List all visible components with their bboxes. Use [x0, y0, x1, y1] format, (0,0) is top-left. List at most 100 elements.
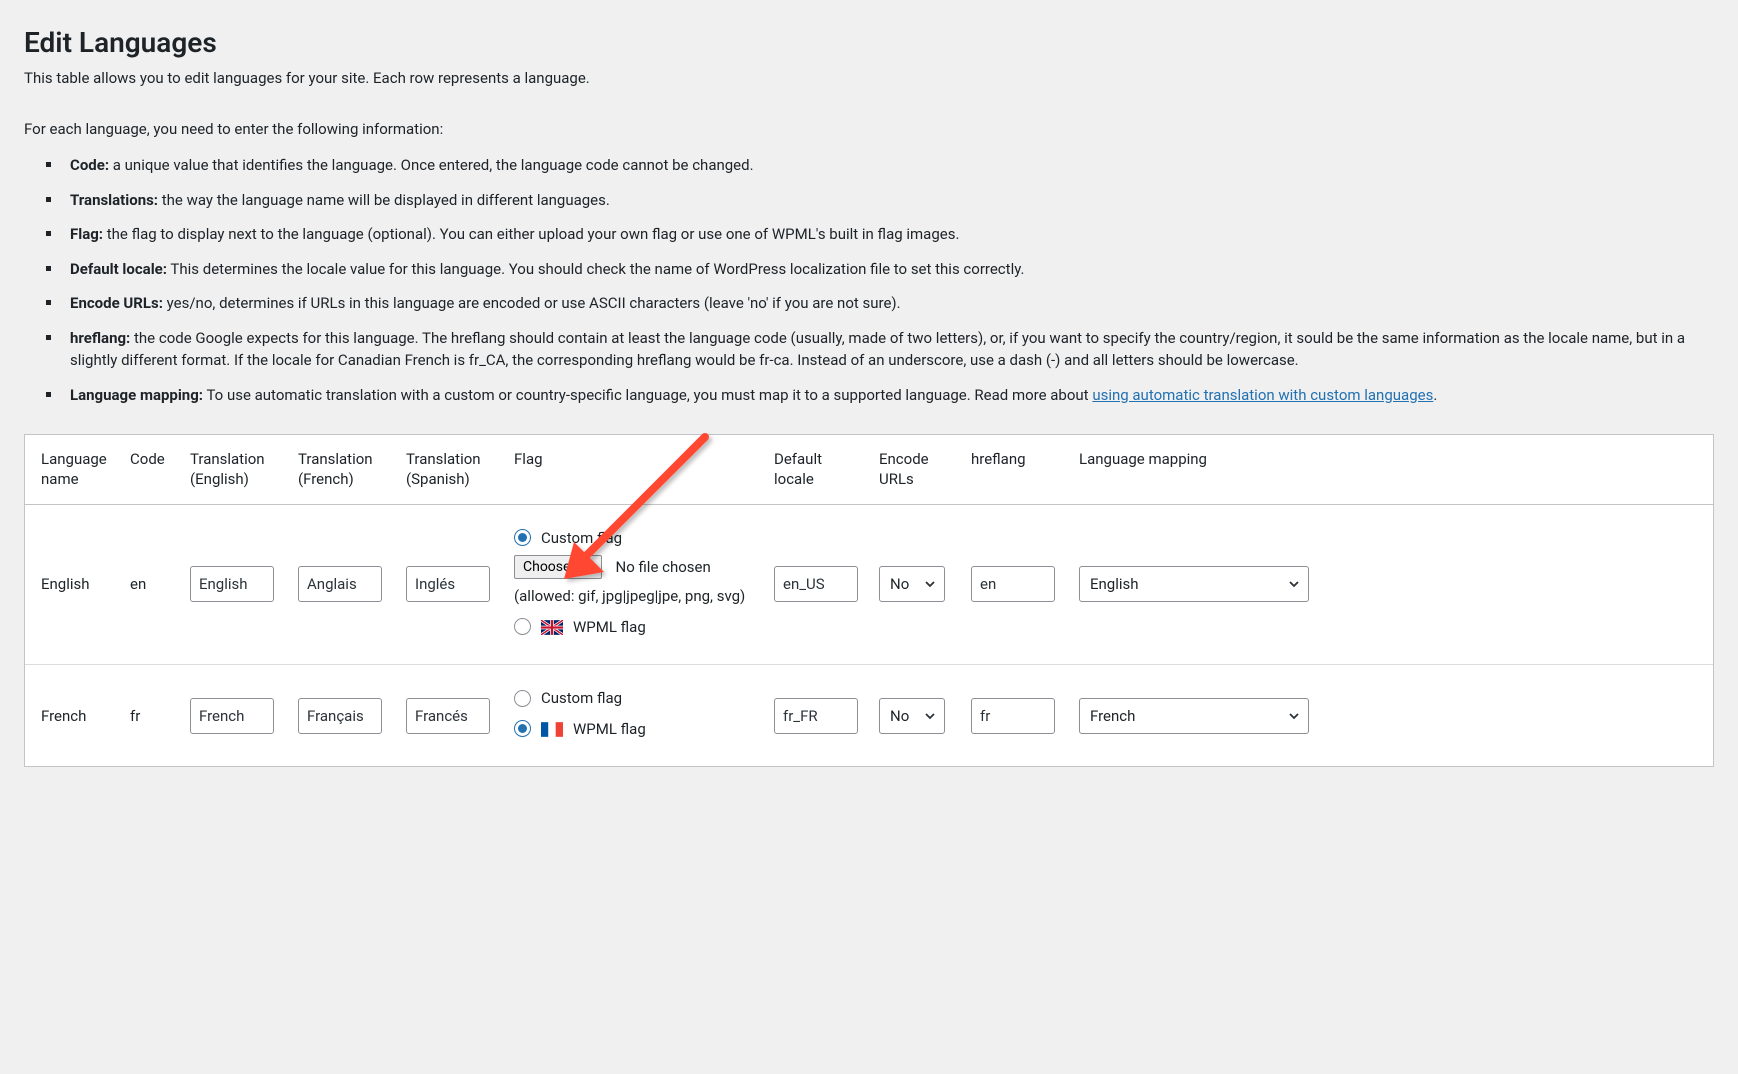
info-label: Translations:	[70, 191, 158, 209]
chevron-down-icon	[1288, 710, 1300, 722]
cell-code: en	[120, 504, 180, 665]
translation-fr-input[interactable]	[298, 698, 382, 734]
locale-input[interactable]	[774, 566, 858, 602]
col-tr-fr: Translation (French)	[288, 435, 396, 504]
chevron-down-icon	[924, 710, 936, 722]
cell-flag: Custom flag Choose file No file chosen (…	[504, 665, 764, 767]
col-locale: Default locale	[764, 435, 869, 504]
page-title: Edit Languages	[24, 26, 1714, 59]
custom-flag-radio[interactable]	[514, 690, 531, 707]
page-subtitle: This table allows you to edit languages …	[24, 67, 1714, 90]
cell-mapping: English	[1069, 504, 1713, 665]
info-text: a unique value that identifies the langu…	[109, 156, 754, 174]
info-item: Encode URLs: yes/no, determines if URLs …	[58, 292, 1714, 315]
info-text: the code Google expects for this languag…	[70, 329, 1685, 370]
cell-flag: Custom flag Choose file No file chosen (…	[504, 504, 764, 665]
chevron-down-icon	[924, 578, 936, 590]
choose-file-button[interactable]: Choose file	[514, 555, 602, 579]
cell-lang-name: English	[25, 504, 120, 665]
encode-value: No	[890, 707, 909, 725]
col-code: Code	[120, 435, 180, 504]
col-flag: Flag	[504, 435, 764, 504]
translation-en-input[interactable]	[190, 566, 274, 602]
mapping-value: English	[1090, 575, 1139, 593]
languages-table-wrap: Language name Code Translation (English)…	[24, 434, 1714, 767]
page-lead: For each language, you need to enter the…	[24, 118, 1714, 141]
code-text: fr	[130, 707, 140, 725]
table-row: French fr Custom flag Choose file No fil…	[25, 665, 1713, 767]
info-tail: .	[1433, 386, 1437, 404]
code-text: en	[130, 575, 146, 593]
encode-urls-select[interactable]: No	[879, 698, 945, 734]
chevron-down-icon	[1288, 578, 1300, 590]
custom-flag-radio[interactable]	[514, 529, 531, 546]
info-label: Code:	[70, 156, 109, 174]
info-label: Encode URLs:	[70, 294, 163, 312]
translation-es-input[interactable]	[406, 698, 490, 734]
col-tr-en: Translation (English)	[180, 435, 288, 504]
hreflang-input[interactable]	[971, 566, 1055, 602]
lang-name-text: English	[41, 575, 90, 593]
cell-tr-en	[180, 665, 288, 767]
cell-locale	[764, 665, 869, 767]
wpml-flag-radio[interactable]	[514, 618, 531, 635]
cell-tr-es	[396, 504, 504, 665]
no-file-label: No file chosen	[616, 556, 711, 579]
info-item: hreflang: the code Google expects for th…	[58, 327, 1714, 372]
info-label: hreflang:	[70, 329, 130, 347]
col-lang-name: Language name	[25, 435, 120, 504]
mapping-value: French	[1090, 707, 1135, 725]
info-item: Code: a unique value that identifies the…	[58, 154, 1714, 177]
cell-mapping: French	[1069, 665, 1713, 767]
translation-fr-input[interactable]	[298, 566, 382, 602]
encode-urls-select[interactable]: No	[879, 566, 945, 602]
language-mapping-select[interactable]: English	[1079, 566, 1309, 602]
translation-en-input[interactable]	[190, 698, 274, 734]
cell-encode: No	[869, 665, 961, 767]
allowed-types-label: (allowed: gif, jpg|jpeg|jpe, png, svg)	[514, 585, 754, 608]
cell-hreflang	[961, 504, 1069, 665]
cell-tr-fr	[288, 665, 396, 767]
wpml-flag-radio[interactable]	[514, 720, 531, 737]
info-list: Code: a unique value that identifies the…	[24, 154, 1714, 406]
encode-value: No	[890, 575, 909, 593]
cell-tr-en	[180, 504, 288, 665]
col-tr-es: Translation (Spanish)	[396, 435, 504, 504]
cell-tr-es	[396, 665, 504, 767]
language-mapping-select[interactable]: French	[1079, 698, 1309, 734]
cell-hreflang	[961, 665, 1069, 767]
info-item: Flag: the flag to display next to the la…	[58, 223, 1714, 246]
flag-icon	[541, 619, 563, 634]
col-hreflang: hreflang	[961, 435, 1069, 504]
info-text: the way the language name will be displa…	[158, 191, 610, 209]
col-encode: Encode URLs	[869, 435, 961, 504]
cell-lang-name: French	[25, 665, 120, 767]
info-label: Language mapping:	[70, 386, 203, 404]
wpml-flag-label: WPML flag	[573, 616, 646, 639]
cell-locale	[764, 504, 869, 665]
languages-table: Language name Code Translation (English)…	[25, 435, 1713, 766]
cell-tr-fr	[288, 504, 396, 665]
info-text: the flag to display next to the language…	[103, 225, 959, 243]
info-item: Translations: the way the language name …	[58, 189, 1714, 212]
info-text: This determines the locale value for thi…	[167, 260, 1024, 278]
lang-name-text: French	[41, 707, 86, 725]
col-mapping: Language mapping	[1069, 435, 1713, 504]
info-text: yes/no, determines if URLs in this langu…	[163, 294, 901, 312]
info-item: Language mapping: To use automatic trans…	[58, 384, 1714, 407]
wpml-flag-label: WPML flag	[573, 718, 646, 741]
locale-input[interactable]	[774, 698, 858, 734]
info-text: To use automatic translation with a cust…	[203, 386, 1092, 404]
info-link[interactable]: using automatic translation with custom …	[1092, 386, 1433, 404]
info-label: Default locale:	[70, 260, 167, 278]
info-item: Default locale: This determines the loca…	[58, 258, 1714, 281]
cell-encode: No	[869, 504, 961, 665]
info-label: Flag:	[70, 225, 103, 243]
flag-icon	[541, 721, 563, 736]
table-row: English en Custom flag Choose file No fi…	[25, 504, 1713, 665]
cell-code: fr	[120, 665, 180, 767]
custom-flag-label: Custom flag	[541, 687, 622, 710]
custom-flag-label: Custom flag	[541, 527, 622, 550]
translation-es-input[interactable]	[406, 566, 490, 602]
hreflang-input[interactable]	[971, 698, 1055, 734]
